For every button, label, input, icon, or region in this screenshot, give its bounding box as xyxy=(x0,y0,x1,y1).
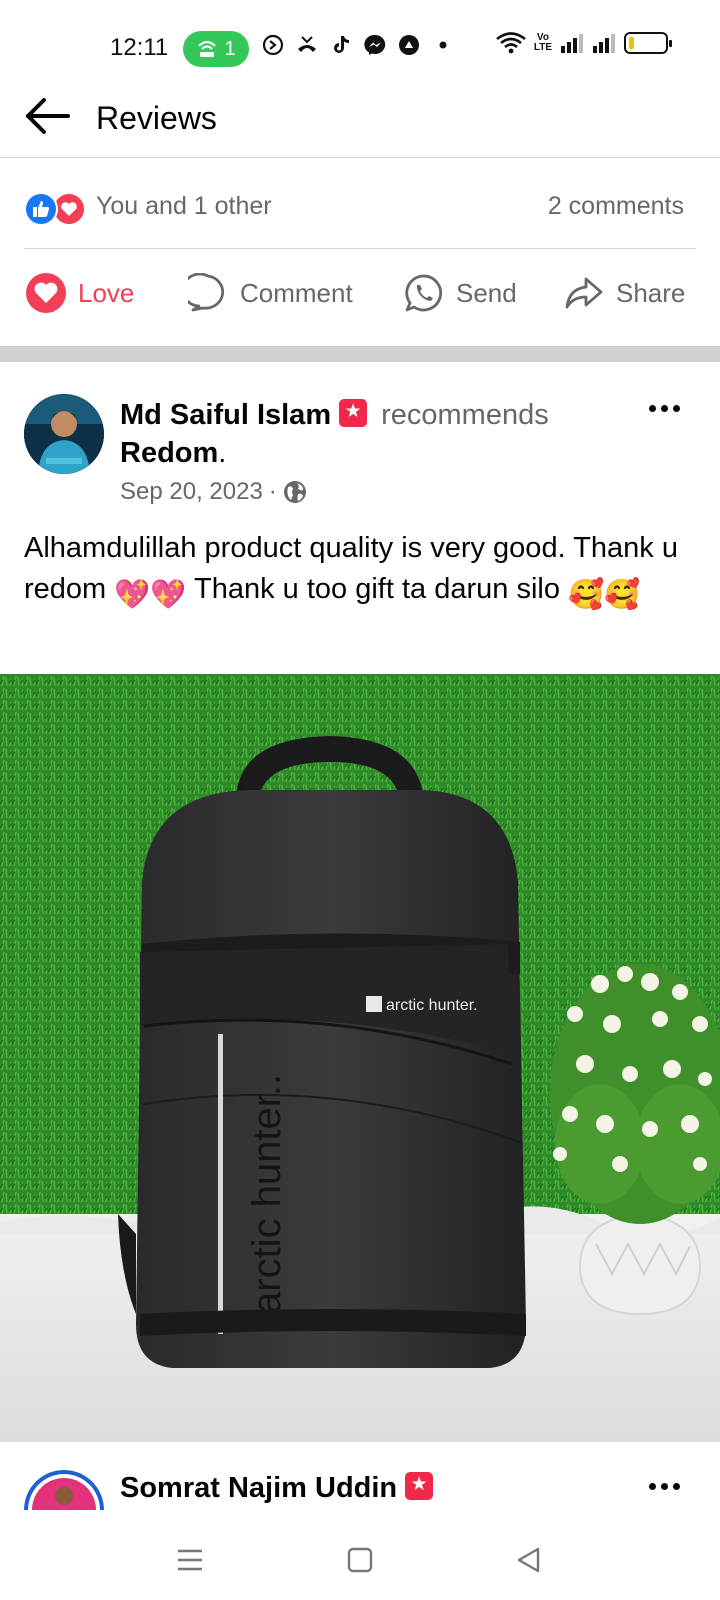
post-meta: Sep 20, 2023 · xyxy=(120,478,307,506)
dot xyxy=(660,404,668,412)
app-notification-icon xyxy=(398,34,420,56)
hotspot-indicator: 1 xyxy=(183,31,249,67)
backpack-photo: arctic hunter.. arctic hunter. xyxy=(0,674,720,1442)
app-header: Reviews xyxy=(0,96,720,158)
send-button[interactable]: Send xyxy=(402,268,517,318)
page-name-period: . xyxy=(218,437,227,469)
share-label: Share xyxy=(616,277,686,308)
post-text: Alhamdulillah product quality is very go… xyxy=(24,528,700,616)
post-actions: Love Comment Send Share xyxy=(24,268,696,318)
status-bar: 12:11 1 Vo LTE xyxy=(0,0,720,96)
comment-button[interactable]: Comment xyxy=(186,268,353,318)
back-nav-button[interactable] xyxy=(508,1540,548,1580)
comments-count[interactable]: 2 comments xyxy=(548,192,684,221)
dot xyxy=(660,1482,668,1490)
recommendation-badge-icon xyxy=(339,399,368,427)
share-icon xyxy=(562,271,606,315)
data-saver-icon xyxy=(262,34,284,56)
home-square-icon xyxy=(347,1547,373,1573)
whatsapp-icon xyxy=(402,271,446,315)
comment-label: Comment xyxy=(240,277,353,308)
comment-icon xyxy=(186,271,230,315)
recommends-label: recommends xyxy=(381,399,549,431)
home-button[interactable] xyxy=(340,1540,380,1580)
page-title: Reviews xyxy=(96,100,217,136)
sparkling-heart-emoji: 💖💖 xyxy=(114,579,187,611)
more-notifications-dot-icon xyxy=(432,34,454,56)
dot xyxy=(648,1482,656,1490)
love-icon xyxy=(24,271,68,315)
reaction-summary-text: You and 1 other xyxy=(96,192,272,220)
recommendation-badge-icon xyxy=(405,1472,434,1500)
missed-call-icon xyxy=(296,34,318,56)
notification-icons xyxy=(262,34,454,56)
back-triangle-icon xyxy=(517,1547,540,1573)
tiktok-icon xyxy=(330,34,352,56)
system-indicators: Vo LTE xyxy=(496,32,672,54)
hotspot-count: 1 xyxy=(224,37,236,60)
next-author-avatar[interactable] xyxy=(24,1470,104,1510)
back-button[interactable] xyxy=(24,96,72,140)
author-avatar[interactable] xyxy=(24,394,104,474)
system-nav-bar xyxy=(0,1510,720,1600)
post-header: Md Saiful Islam recommends Redom. xyxy=(120,396,660,472)
send-label: Send xyxy=(456,277,517,308)
post-date[interactable]: Sep 20, 2023 xyxy=(120,478,263,506)
post-text-part2: Thank u too gift ta darun silo xyxy=(186,573,569,605)
dot xyxy=(672,1482,680,1490)
recent-apps-button[interactable] xyxy=(170,1540,210,1580)
wifi-icon xyxy=(496,32,526,54)
meta-separator: · xyxy=(268,478,277,505)
signal-sim2-icon xyxy=(593,34,615,53)
next-post-more-button[interactable] xyxy=(644,1476,684,1496)
post-photo[interactable]: arctic hunter.. arctic hunter. xyxy=(0,674,720,1442)
page-name[interactable]: Redom xyxy=(120,437,218,469)
hotspot-icon xyxy=(198,40,217,57)
back-arrow-icon xyxy=(26,98,70,134)
smiling-hearts-emoji: 🥰🥰 xyxy=(568,579,641,611)
messenger-icon xyxy=(364,34,386,56)
share-button[interactable]: Share xyxy=(562,268,685,318)
reaction-summary[interactable]: You and 1 other 2 comments xyxy=(24,186,684,230)
author-name[interactable]: Md Saiful Islam xyxy=(120,399,331,431)
globe-icon xyxy=(283,481,306,503)
photo-side-text: arctic hunter.. xyxy=(245,1074,289,1314)
status-time: 12:11 xyxy=(110,34,169,61)
post-more-button[interactable] xyxy=(644,398,684,418)
next-author-name-text: Somrat Najim Uddin xyxy=(120,1472,398,1504)
volte-icon: Vo LTE xyxy=(534,33,552,53)
menu-lines-icon xyxy=(178,1549,202,1571)
section-separator xyxy=(0,346,720,362)
battery-icon xyxy=(624,32,672,54)
dot xyxy=(672,404,680,412)
volte-label-bottom: LTE xyxy=(533,42,552,53)
reactions-divider xyxy=(24,248,696,249)
signal-sim1-icon xyxy=(561,34,583,53)
love-button[interactable]: Love xyxy=(24,268,134,318)
next-author-name[interactable]: Somrat Najim Uddin xyxy=(120,1472,439,1505)
reaction-icons xyxy=(24,192,90,226)
love-label: Love xyxy=(78,277,135,308)
battery-level xyxy=(629,37,634,49)
photo-brand-text: arctic hunter. xyxy=(386,997,478,1014)
like-reaction-icon xyxy=(24,192,58,226)
dot xyxy=(648,404,656,412)
